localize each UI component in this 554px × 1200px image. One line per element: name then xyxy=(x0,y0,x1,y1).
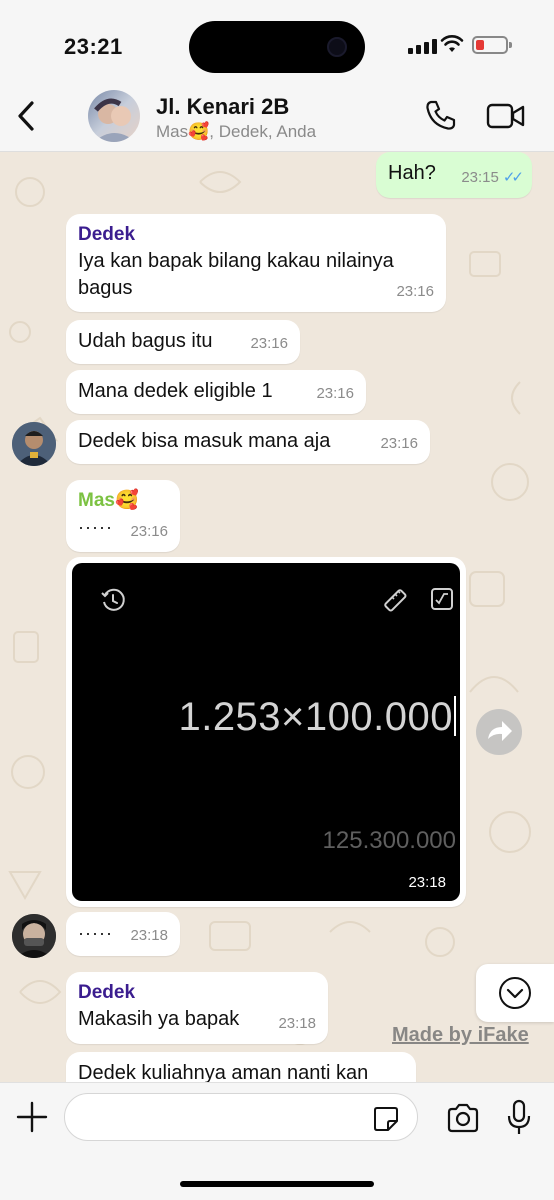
front-camera-icon xyxy=(327,37,347,57)
message-time: 23:16 xyxy=(380,435,418,452)
message-text: Iya kan bapak bilang kakau nilainya bagu… xyxy=(78,250,394,299)
message-outgoing[interactable]: Hah? 23:15 ✓✓ xyxy=(376,152,532,198)
message-text: Hah? xyxy=(388,162,436,184)
ruler-icon xyxy=(384,589,407,612)
calculator-expression: 1.253×100.000 xyxy=(178,695,456,740)
scroll-to-bottom-button[interactable] xyxy=(476,964,554,1022)
image-message[interactable]: 1.253×100.000 125.300.000 23:18 xyxy=(66,557,466,907)
group-avatar[interactable] xyxy=(88,90,140,142)
message-time: 23:18 xyxy=(278,1015,316,1032)
video-camera-icon[interactable] xyxy=(486,102,526,130)
message-sender: Mas🥰 xyxy=(78,490,139,511)
status-time: 23:21 xyxy=(64,34,123,59)
scientific-mode-icon xyxy=(431,588,453,610)
message-incoming[interactable]: Dedek Iya kan bapak bilang kakau nilainy… xyxy=(66,214,446,312)
message-incoming[interactable]: ····· 23:18 xyxy=(66,912,180,956)
read-receipt-icon: ✓✓ xyxy=(502,169,524,186)
forward-arrow-icon[interactable] xyxy=(476,709,522,755)
camera-icon[interactable] xyxy=(446,1103,480,1133)
message-text: Udah bagus itu xyxy=(78,330,213,352)
message-incoming[interactable]: Udah bagus itu 23:16 xyxy=(66,320,300,364)
message-sender: Dedek xyxy=(78,224,136,245)
message-text: Dedek kuliahnya aman nanti kan xyxy=(78,1062,369,1082)
message-text: Dedek bisa masuk mana aja xyxy=(78,430,331,452)
chat-header: Jl. Kenari 2B Mas🥰, Dedek, Anda xyxy=(0,80,554,152)
sticker-icon[interactable] xyxy=(372,1105,400,1133)
calculator-screenshot[interactable]: 1.253×100.000 125.300.000 23:18 xyxy=(72,563,460,901)
chevron-left-icon[interactable] xyxy=(12,98,42,134)
history-icon xyxy=(101,588,125,611)
message-list[interactable]: Hah? 23:15 ✓✓ Dedek Iya kan bapak bilang … xyxy=(0,152,554,1082)
sender-avatar[interactable] xyxy=(12,422,56,466)
sender-avatar[interactable] xyxy=(12,914,56,958)
phone-icon[interactable] xyxy=(424,98,458,132)
composer-bar xyxy=(0,1082,554,1200)
message-input[interactable] xyxy=(64,1093,418,1141)
message-time: 23:16 xyxy=(316,385,354,402)
message-time: 23:15 xyxy=(461,169,499,186)
message-meta: 23:15 ✓✓ xyxy=(461,164,524,191)
message-incoming[interactable]: Mas🥰 ····· 23:16 xyxy=(66,480,180,552)
home-indicator[interactable] xyxy=(180,1181,374,1187)
wifi-icon xyxy=(440,35,464,52)
message-incoming[interactable]: Dedek bisa masuk mana aja 23:16 xyxy=(66,420,430,464)
message-time: 23:16 xyxy=(250,335,288,352)
message-time: 23:18 xyxy=(408,874,446,891)
message-incoming[interactable]: Dedek Makasih ya bapak 23:18 xyxy=(66,972,328,1044)
battery-icon xyxy=(472,36,512,54)
message-incoming[interactable]: Dedek kuliahnya aman nanti kan xyxy=(66,1052,416,1082)
plus-icon[interactable] xyxy=(14,1099,50,1135)
message-sender: Dedek xyxy=(78,982,136,1003)
message-time: 23:16 xyxy=(130,523,168,540)
status-bar: 23:21 xyxy=(0,0,554,92)
watermark: Made by iFake xyxy=(392,1024,529,1046)
chevron-down-icon xyxy=(499,977,531,1009)
calculator-result: 125.300.000 xyxy=(322,827,456,854)
microphone-icon[interactable] xyxy=(506,1099,532,1137)
message-time: 23:18 xyxy=(130,927,168,944)
cellular-signal-icon xyxy=(408,38,437,54)
message-incoming[interactable]: Mana dedek eligible 1 23:16 xyxy=(66,370,366,414)
message-time: 23:16 xyxy=(396,283,434,300)
message-text: ····· xyxy=(78,923,113,943)
chat-participants[interactable]: Mas🥰, Dedek, Anda xyxy=(156,122,316,142)
dynamic-island xyxy=(189,21,365,73)
message-text: Mana dedek eligible 1 xyxy=(78,380,273,402)
chat-title[interactable]: Jl. Kenari 2B xyxy=(156,94,289,120)
